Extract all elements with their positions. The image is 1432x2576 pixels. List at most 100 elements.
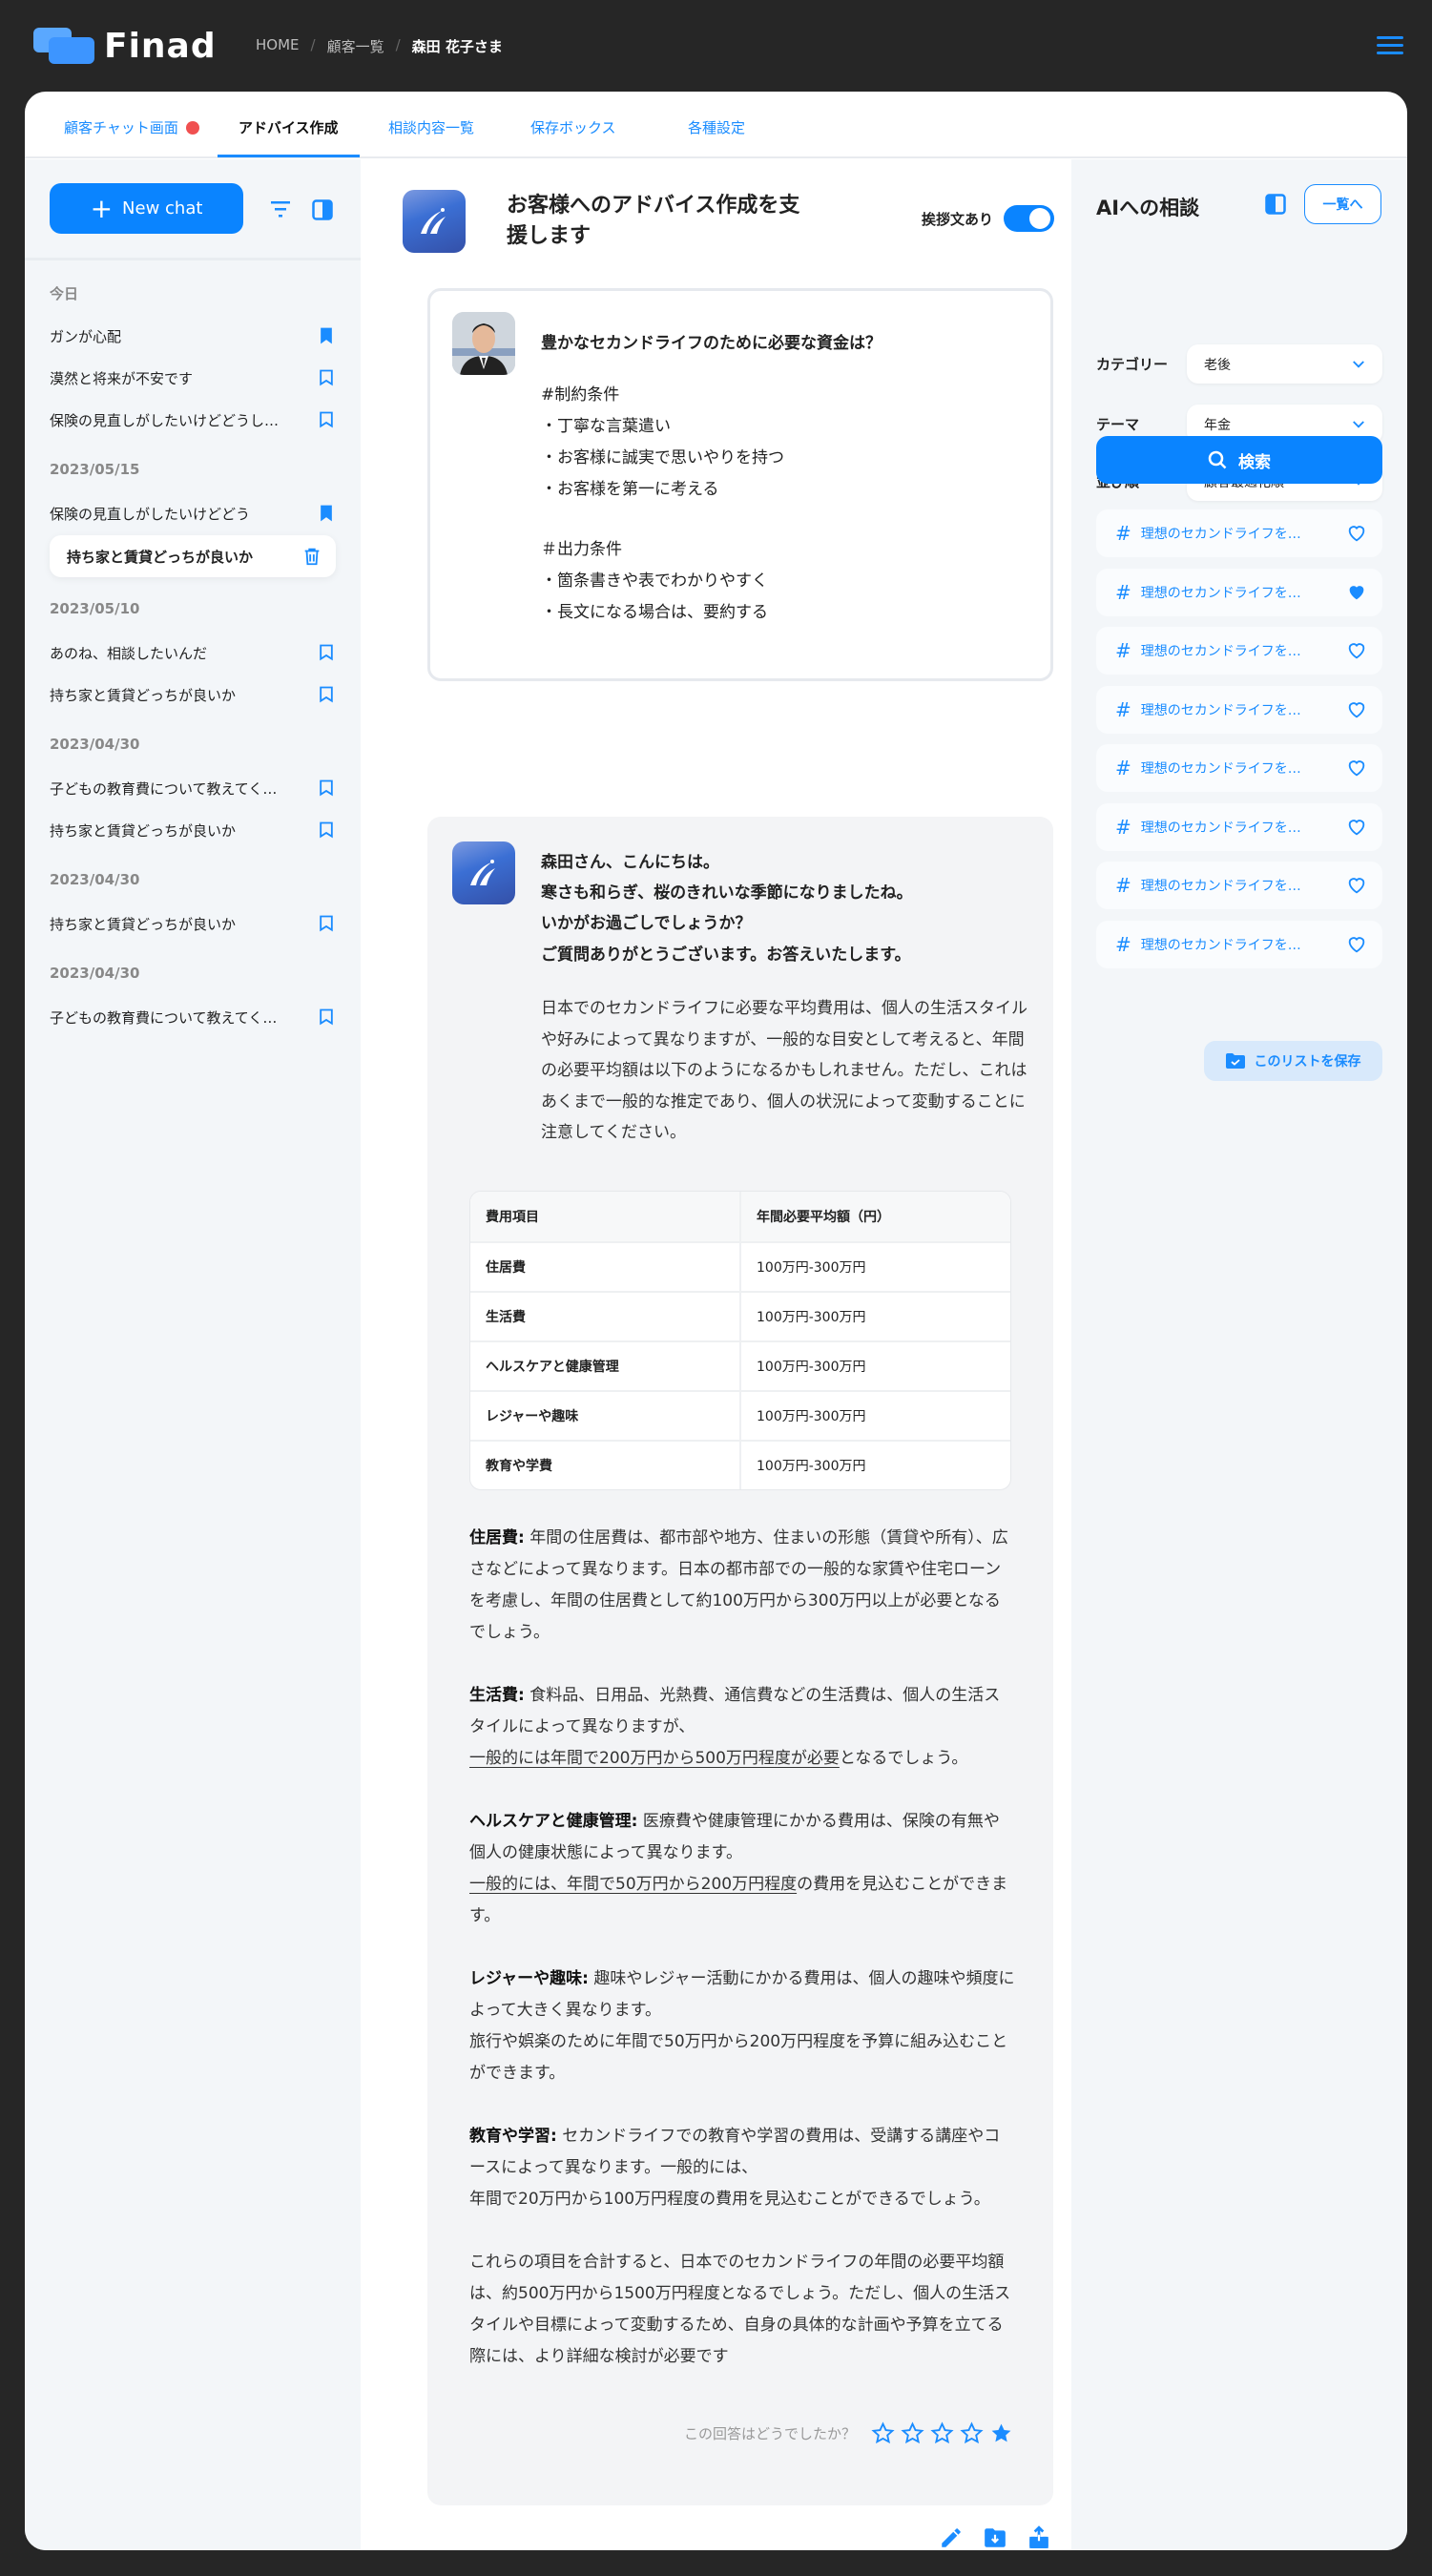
answer-details: 住居費: 年間の住居費は、都市部や地方、住まいの形態（賃貸や所有）、広さなどによ…	[469, 1523, 1015, 2404]
heart-icon[interactable]	[1346, 817, 1367, 838]
result-item[interactable]: # 理想のセカンドライフを…	[1096, 920, 1382, 968]
history-item[interactable]: 保険の見直しがしたいけどどう	[50, 503, 361, 524]
rating-row: この回答はどうでしたか？	[684, 2421, 1013, 2445]
star-icon[interactable]	[871, 2421, 895, 2445]
history-item[interactable]: 持ち家と賃貸どっちが良いか	[50, 913, 361, 934]
history-date-heading: 2023/05/10	[50, 600, 140, 617]
history-item-label: 保険の見直しがしたいけどどうし…	[50, 411, 280, 429]
heart-icon[interactable]	[1346, 934, 1367, 955]
tab-settings[interactable]: 各種設定	[688, 117, 745, 137]
tab-advice-creation[interactable]: アドバイス作成	[239, 117, 339, 137]
answer-actions	[939, 2525, 1051, 2550]
filter-select[interactable]: 老後	[1187, 344, 1382, 384]
bookmark-icon[interactable]	[317, 820, 336, 841]
tab-save-box[interactable]: 保存ボックス	[530, 117, 616, 137]
divider	[25, 258, 361, 260]
paragraph-text: 食料品、日用品、光熱費、通信費などの生活費は、個人の生活スタイルによって異なりま…	[469, 1686, 1001, 1736]
breadcrumb-home[interactable]: HOME	[256, 36, 300, 56]
tab-customer-chat[interactable]: 顧客チャット画面	[64, 117, 199, 137]
tab-consultation-list[interactable]: 相談内容一覧	[388, 117, 474, 137]
hamburger-menu-icon[interactable]	[1377, 36, 1403, 55]
filter-label: カテゴリー	[1096, 356, 1169, 373]
result-label: 理想のセカンドライフを…	[1140, 585, 1301, 601]
result-item[interactable]: # 理想のセカンドライフを…	[1096, 862, 1382, 909]
star-icon[interactable]	[930, 2421, 954, 2445]
prompt-condition-line: ・お客様に誠実で思いやりを持つ	[541, 448, 784, 467]
panel-toggle-icon[interactable]	[1265, 194, 1286, 215]
result-item[interactable]: # 理想のセカンドライフを…	[1096, 509, 1382, 557]
history-item-label: 持ち家と賃貸どっちが良いか	[67, 548, 254, 566]
prompt-condition-line: ・お客様を第一に考える	[541, 480, 719, 499]
edit-pencil-icon[interactable]	[939, 2525, 964, 2550]
paragraph-heading: ヘルスケアと健康管理:	[469, 1812, 638, 1831]
history-item-label: 子どもの教育費について教えてく…	[50, 779, 278, 798]
history-item[interactable]: 漠然と将来が不安です	[50, 367, 361, 388]
hashtag-icon: #	[1115, 757, 1131, 779]
history-item[interactable]: 子どもの教育費について教えてく…	[50, 1007, 361, 1028]
history-item[interactable]: ガンが心配	[50, 325, 361, 346]
share-upload-icon[interactable]	[1027, 2525, 1051, 2550]
history-item-selected[interactable]: 持ち家と賃貸どっちが良いか	[50, 535, 336, 577]
paragraph-heading: 住居費:	[469, 1528, 525, 1548]
history-item[interactable]: 持ち家と賃貸どっちが良いか	[50, 684, 361, 705]
heart-icon[interactable]	[1346, 875, 1367, 896]
history-item-label: ガンが心配	[50, 327, 122, 345]
history-item[interactable]: 持ち家と賃貸どっちが良いか	[50, 820, 361, 841]
history-item[interactable]: 保険の見直しがしたいけどどうし…	[50, 409, 361, 430]
bookmark-icon[interactable]	[317, 778, 336, 799]
greeting-toggle[interactable]	[1004, 205, 1054, 232]
table-cell: 100万円-300万円	[757, 1260, 866, 1276]
hashtag-icon: #	[1115, 874, 1131, 897]
result-item[interactable]: # 理想のセカンドライフを…	[1096, 568, 1382, 616]
save-to-folder-icon[interactable]	[983, 2525, 1007, 2550]
star-icon[interactable]	[901, 2421, 924, 2445]
heart-icon[interactable]	[1346, 699, 1367, 720]
table-cell: 住居費	[470, 1243, 741, 1291]
history-item[interactable]: あのね、相談したいんだ	[50, 642, 361, 663]
bookmark-icon[interactable]	[317, 367, 336, 388]
heart-icon[interactable]	[1346, 640, 1367, 661]
paragraph-text: これらの項目を合計すると、日本でのセカンドライフの年間の必要平均額は、約500万…	[469, 2253, 1011, 2366]
trash-icon[interactable]	[301, 546, 322, 567]
search-button[interactable]: 検索	[1096, 436, 1382, 484]
bookmark-filled-icon[interactable]	[317, 325, 336, 346]
result-label: 理想のセカンドライフを…	[1140, 820, 1301, 836]
star-filled-icon[interactable]	[989, 2421, 1013, 2445]
bookmark-icon[interactable]	[317, 1007, 336, 1028]
heart-icon[interactable]	[1346, 758, 1367, 779]
history-item-label: 保険の見直しがしたいけどどう	[50, 505, 251, 523]
result-item[interactable]: # 理想のセカンドライフを…	[1096, 627, 1382, 675]
answer-intro: 日本でのセカンドライフに必要な平均費用は、個人の生活スタイルや好みによって異なり…	[541, 999, 1027, 1142]
bookmark-icon[interactable]	[317, 409, 336, 430]
result-label: 理想のセカンドライフを…	[1140, 644, 1301, 659]
highlighted-text: 一般的には、年間で50万円から200万円程度	[469, 1875, 798, 1894]
history-item-label: あのね、相談したいんだ	[50, 644, 208, 662]
result-item[interactable]: # 理想のセカンドライフを…	[1096, 744, 1382, 792]
star-icon[interactable]	[960, 2421, 984, 2445]
go-to-list-button[interactable]: 一覧へ	[1304, 184, 1381, 224]
greeting-line: 寒さも和らぎ、桜のきれいな季節になりましたね。	[541, 883, 913, 903]
result-item[interactable]: # 理想のセカンドライフを…	[1096, 802, 1382, 851]
bookmark-icon[interactable]	[317, 913, 336, 934]
new-chat-button[interactable]: + New chat	[50, 183, 243, 234]
breadcrumb-customers[interactable]: 顧客一覧	[327, 36, 384, 56]
filter-icon[interactable]	[271, 200, 290, 218]
save-list-button[interactable]: このリストを保存	[1204, 1041, 1382, 1081]
search-label: 検索	[1238, 452, 1271, 472]
heart-filled-icon[interactable]	[1346, 582, 1367, 603]
logo[interactable]: Finad	[33, 27, 217, 66]
paragraph-heading: 教育や学習:	[469, 2127, 557, 2146]
heart-icon[interactable]	[1346, 523, 1367, 544]
bookmark-filled-icon[interactable]	[317, 503, 336, 524]
result-label: 理想のセカンドライフを…	[1140, 702, 1301, 718]
bookmark-icon[interactable]	[317, 684, 336, 705]
history-item-label: 持ち家と賃貸どっちが良いか	[50, 686, 237, 704]
table-cell: 100万円-300万円	[757, 1409, 866, 1424]
sidebar-toggle-icon[interactable]	[312, 199, 333, 220]
active-tab-indicator	[218, 155, 360, 157]
chat-history-sidebar: + New chat 今日 ガンが心配 漠然と将来が不安です 保険の見直しがしたいけど…	[25, 159, 361, 2550]
result-item[interactable]: # 理想のセカンドライフを…	[1096, 685, 1382, 734]
history-item[interactable]: 子どもの教育費について教えてく…	[50, 778, 361, 799]
table-header-row: 費用項目 年間必要平均額（円）	[470, 1192, 1010, 1241]
bookmark-icon[interactable]	[317, 642, 336, 663]
